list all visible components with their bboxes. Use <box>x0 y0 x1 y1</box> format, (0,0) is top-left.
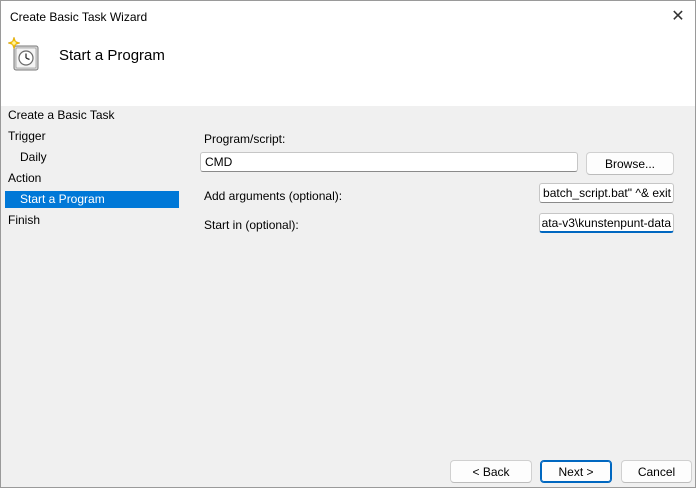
wizard-window: Create Basic Task Wizard ✕ Start a Progr… <box>0 0 696 488</box>
nav-step-create-basic-task: Create a Basic Task <box>8 108 115 122</box>
arguments-value: batch_script.bat" ^& exit <box>543 186 671 200</box>
arguments-input[interactable]: batch_script.bat" ^& exit <box>539 183 674 203</box>
nav-step-trigger: Trigger <box>8 129 46 143</box>
task-scheduler-clock-icon <box>7 37 39 71</box>
wizard-header: Start a Program <box>1 31 695 106</box>
page-title: Start a Program <box>59 47 165 64</box>
close-button[interactable]: ✕ <box>661 1 695 31</box>
wizard-steps-nav: Create a Basic Task Trigger Daily Action… <box>1 106 191 466</box>
start-in-value: ata-v3\kunstenpunt-data <box>541 216 671 230</box>
program-script-input[interactable] <box>201 153 577 171</box>
title-bar: Create Basic Task Wizard ✕ <box>1 1 695 31</box>
nav-step-action: Action <box>8 171 42 185</box>
cancel-button[interactable]: Cancel <box>621 460 692 483</box>
nav-step-start-a-program: Start a Program <box>5 191 179 208</box>
nav-step-daily: Daily <box>20 150 47 164</box>
start-in-label: Start in (optional): <box>204 218 299 232</box>
program-script-input-box[interactable] <box>200 152 578 172</box>
window-title: Create Basic Task Wizard <box>10 10 148 24</box>
back-button[interactable]: < Back <box>450 460 532 483</box>
nav-step-finish: Finish <box>8 213 41 227</box>
program-script-label: Program/script: <box>204 132 286 146</box>
next-button[interactable]: Next > <box>540 460 612 483</box>
start-in-input[interactable]: ata-v3\kunstenpunt-data <box>539 213 674 233</box>
browse-button[interactable]: Browse... <box>586 152 674 175</box>
arguments-label: Add arguments (optional): <box>204 189 343 203</box>
close-icon: ✕ <box>671 8 685 25</box>
